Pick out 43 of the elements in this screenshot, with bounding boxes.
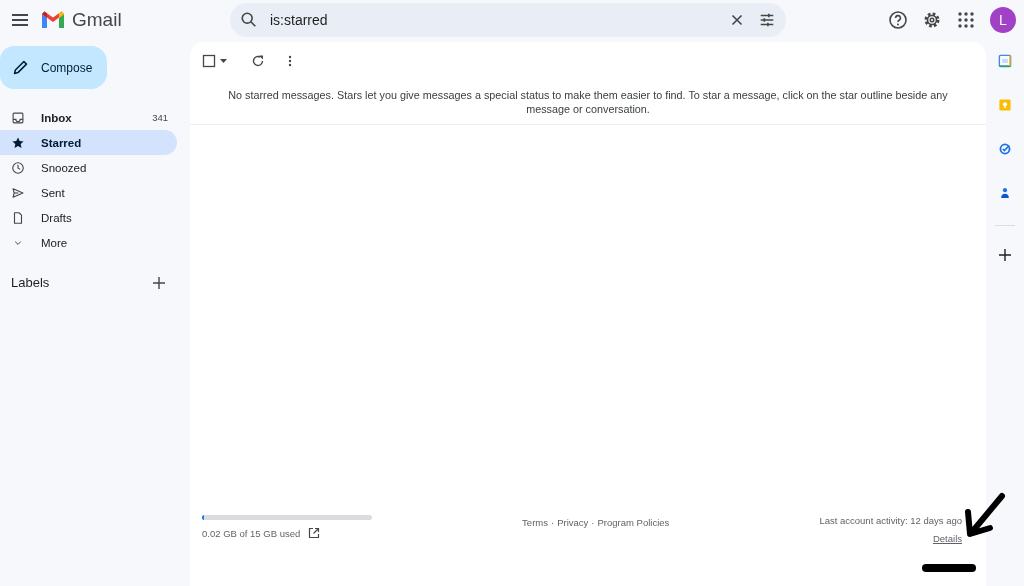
- plus-icon[interactable]: [152, 275, 166, 290]
- file-icon: [11, 210, 25, 225]
- details-link[interactable]: Details: [932, 533, 962, 544]
- search-field[interactable]: is:starred: [270, 12, 716, 28]
- filter-sliders-icon[interactable]: [758, 11, 776, 29]
- caret-icon[interactable]: [220, 58, 227, 64]
- tasks-icon[interactable]: [998, 142, 1012, 156]
- labels-heading: Labels: [11, 275, 50, 290]
- nav-item[interactable]: More: [0, 230, 177, 255]
- inbox-icon: [11, 110, 25, 125]
- search-bar[interactable]: is:starred: [230, 3, 786, 37]
- clock-icon: [11, 160, 25, 175]
- star-icon: [11, 135, 25, 150]
- envelope-logo-icon[interactable]: [40, 10, 66, 30]
- apps-grid-icon[interactable]: [956, 10, 976, 30]
- empty-message: No starred messages. Stars let you give messages a special status to make them easier to find. To star a message, click on the star outline beside any message or conversation.: [190, 78, 986, 125]
- footer-link[interactable]: Privacy: [557, 517, 589, 544]
- unread-count: 341: [152, 112, 168, 123]
- nav-item[interactable]: Starred: [0, 130, 177, 155]
- footer-link[interactable]: Terms: [522, 517, 548, 544]
- external-link-icon[interactable]: [308, 527, 321, 539]
- help-icon[interactable]: [888, 10, 908, 30]
- compose-button[interactable]: Compose: [0, 46, 107, 89]
- nav-item[interactable]: Inbox 341: [0, 105, 177, 130]
- account-avatar[interactable]: L: [990, 7, 1016, 33]
- plus-icon[interactable]: [998, 248, 1012, 262]
- nav-item[interactable]: Sent: [0, 180, 177, 205]
- footer-link[interactable]: Program Policies: [597, 517, 670, 544]
- account-activity: Last account activity: 12 days ago: [819, 515, 962, 526]
- checkbox[interactable]: [202, 54, 216, 68]
- refresh-icon[interactable]: [251, 54, 265, 68]
- separator-dot: ·: [551, 517, 555, 530]
- app-name: Gmail: [72, 9, 122, 31]
- nav-item[interactable]: Snoozed: [0, 155, 177, 180]
- settings-icon[interactable]: [922, 10, 942, 30]
- calendar-icon[interactable]: [998, 54, 1012, 68]
- separator-dot: ·: [591, 517, 595, 530]
- search-icon[interactable]: [240, 11, 258, 29]
- pencil-icon: [12, 59, 29, 76]
- person-icon[interactable]: [998, 186, 1012, 200]
- storage-text: 0.02 GB of 15 GB used: [202, 527, 301, 539]
- send-icon: [11, 185, 25, 200]
- nav-item[interactable]: Drafts: [0, 205, 177, 230]
